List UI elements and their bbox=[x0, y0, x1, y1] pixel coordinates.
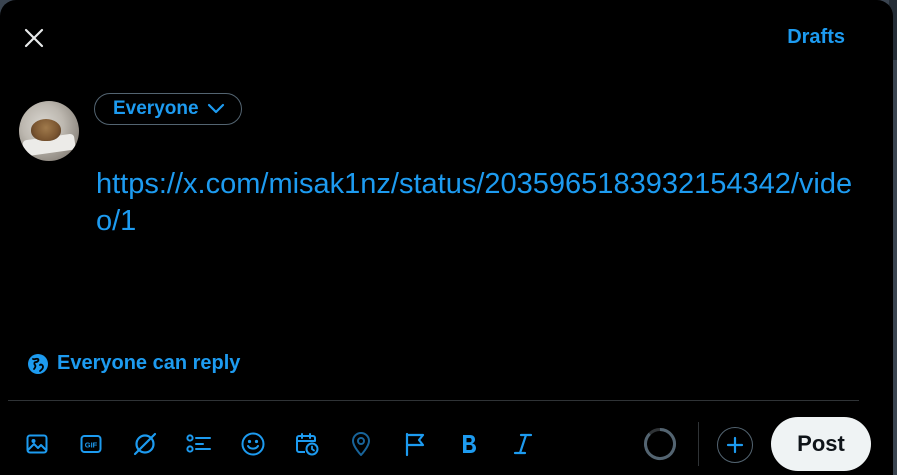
post-button[interactable]: Post bbox=[771, 417, 871, 471]
media-button[interactable] bbox=[17, 424, 57, 464]
reply-setting-label: Everyone can reply bbox=[57, 352, 241, 374]
audience-label: Everyone bbox=[113, 98, 199, 119]
audience-selector[interactable]: Everyone bbox=[94, 93, 242, 125]
grok-icon bbox=[133, 432, 157, 456]
avatar-cat bbox=[31, 119, 61, 141]
close-icon bbox=[24, 28, 44, 48]
avatar[interactable] bbox=[19, 101, 79, 161]
flag-icon bbox=[405, 432, 425, 457]
drafts-button[interactable]: Drafts bbox=[787, 26, 845, 49]
chevron-down-icon bbox=[207, 103, 224, 114]
character-count-ring bbox=[644, 428, 676, 460]
close-button[interactable] bbox=[14, 18, 54, 58]
schedule-button[interactable] bbox=[287, 424, 327, 464]
italic-icon bbox=[513, 433, 533, 455]
toolbar-separator bbox=[698, 422, 699, 466]
emoji-icon bbox=[241, 432, 265, 456]
gif-button[interactable]: GIF bbox=[71, 424, 111, 464]
emoji-button[interactable] bbox=[233, 424, 273, 464]
gif-icon: GIF bbox=[80, 435, 102, 453]
svg-text:GIF: GIF bbox=[85, 441, 98, 450]
bold-button[interactable] bbox=[449, 424, 489, 464]
compose-modal: Drafts Everyone https://x.com/misak1nz/s… bbox=[0, 0, 893, 475]
location-icon bbox=[352, 432, 370, 456]
bold-icon bbox=[463, 435, 476, 453]
plus-icon bbox=[726, 436, 744, 454]
schedule-icon bbox=[296, 433, 319, 456]
add-post-button[interactable] bbox=[717, 427, 753, 463]
flag-button[interactable] bbox=[395, 424, 435, 464]
poll-icon bbox=[186, 434, 211, 453]
compose-textarea[interactable]: https://x.com/misak1nz/status/2035965183… bbox=[96, 166, 876, 240]
grok-button[interactable] bbox=[125, 424, 165, 464]
reply-setting-button[interactable]: Everyone can reply bbox=[27, 352, 240, 375]
compose-toolbar: GIF bbox=[17, 424, 557, 464]
italic-button[interactable] bbox=[503, 424, 543, 464]
location-button[interactable] bbox=[341, 424, 381, 464]
globe-icon bbox=[28, 353, 48, 374]
image-icon bbox=[26, 434, 48, 454]
divider bbox=[8, 400, 859, 401]
poll-button[interactable] bbox=[179, 424, 219, 464]
